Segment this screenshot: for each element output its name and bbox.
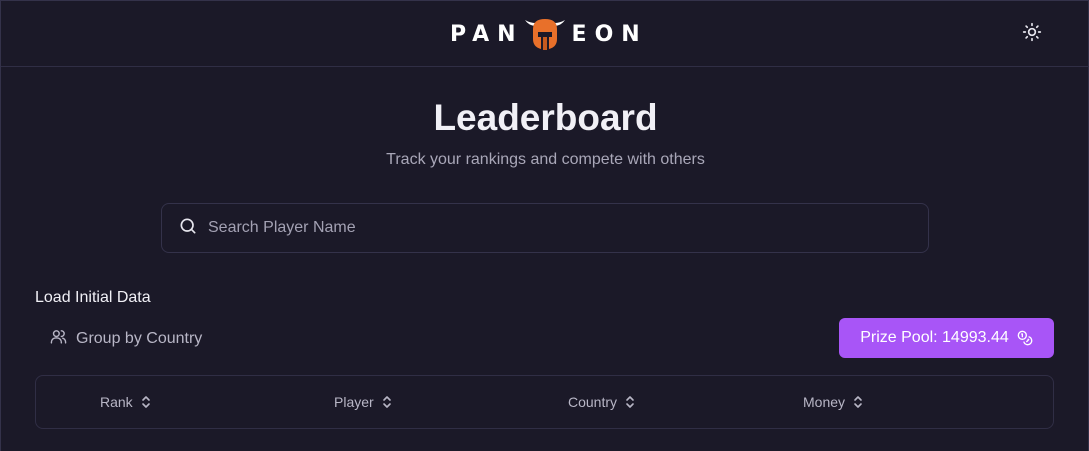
chevrons-up-down-icon — [381, 394, 393, 410]
prize-pool-label: Prize Pool: 14993.44 — [860, 329, 1009, 346]
group-by-country-label: Group by Country — [76, 330, 203, 347]
column-header-money[interactable]: Money — [803, 394, 864, 410]
logo-text-right: EON — [571, 21, 648, 47]
sun-icon — [1022, 22, 1042, 47]
column-header-country[interactable]: Country — [568, 394, 636, 410]
column-label: Money — [803, 394, 846, 410]
logo-text-left: PAN — [450, 21, 524, 47]
panteon-logo[interactable]: PAN EON — [450, 17, 640, 51]
search-input[interactable] — [208, 219, 908, 237]
group-by-country-button[interactable]: Group by Country — [50, 327, 202, 351]
prize-pool-button[interactable]: Prize Pool: 14993.44 — [839, 318, 1054, 358]
column-label: Rank — [100, 394, 133, 410]
column-label: Country — [568, 394, 618, 410]
chevrons-up-down-icon — [852, 394, 864, 410]
leaderboard-table: Rank Player Country Money — [35, 375, 1054, 429]
chevrons-up-down-icon — [140, 394, 152, 410]
coins-icon — [1017, 330, 1033, 346]
top-bar: PAN EON — [1, 1, 1089, 67]
page-subtitle: Track your rankings and compete with oth… — [386, 151, 705, 168]
search-icon — [178, 216, 198, 241]
users-icon — [50, 328, 67, 350]
load-initial-data-button[interactable]: Load Initial Data — [35, 289, 151, 307]
theme-toggle-button[interactable] — [1020, 22, 1044, 46]
helmet-icon — [523, 17, 567, 51]
column-header-rank[interactable]: Rank — [100, 394, 152, 410]
chevrons-up-down-icon — [624, 394, 636, 410]
column-header-player[interactable]: Player — [334, 394, 393, 410]
page-title: Leaderboard — [433, 97, 658, 138]
app-frame: PAN EON Leaderboard Track your rankings — [0, 0, 1089, 451]
search-box[interactable] — [161, 203, 929, 253]
column-label: Player — [334, 394, 374, 410]
